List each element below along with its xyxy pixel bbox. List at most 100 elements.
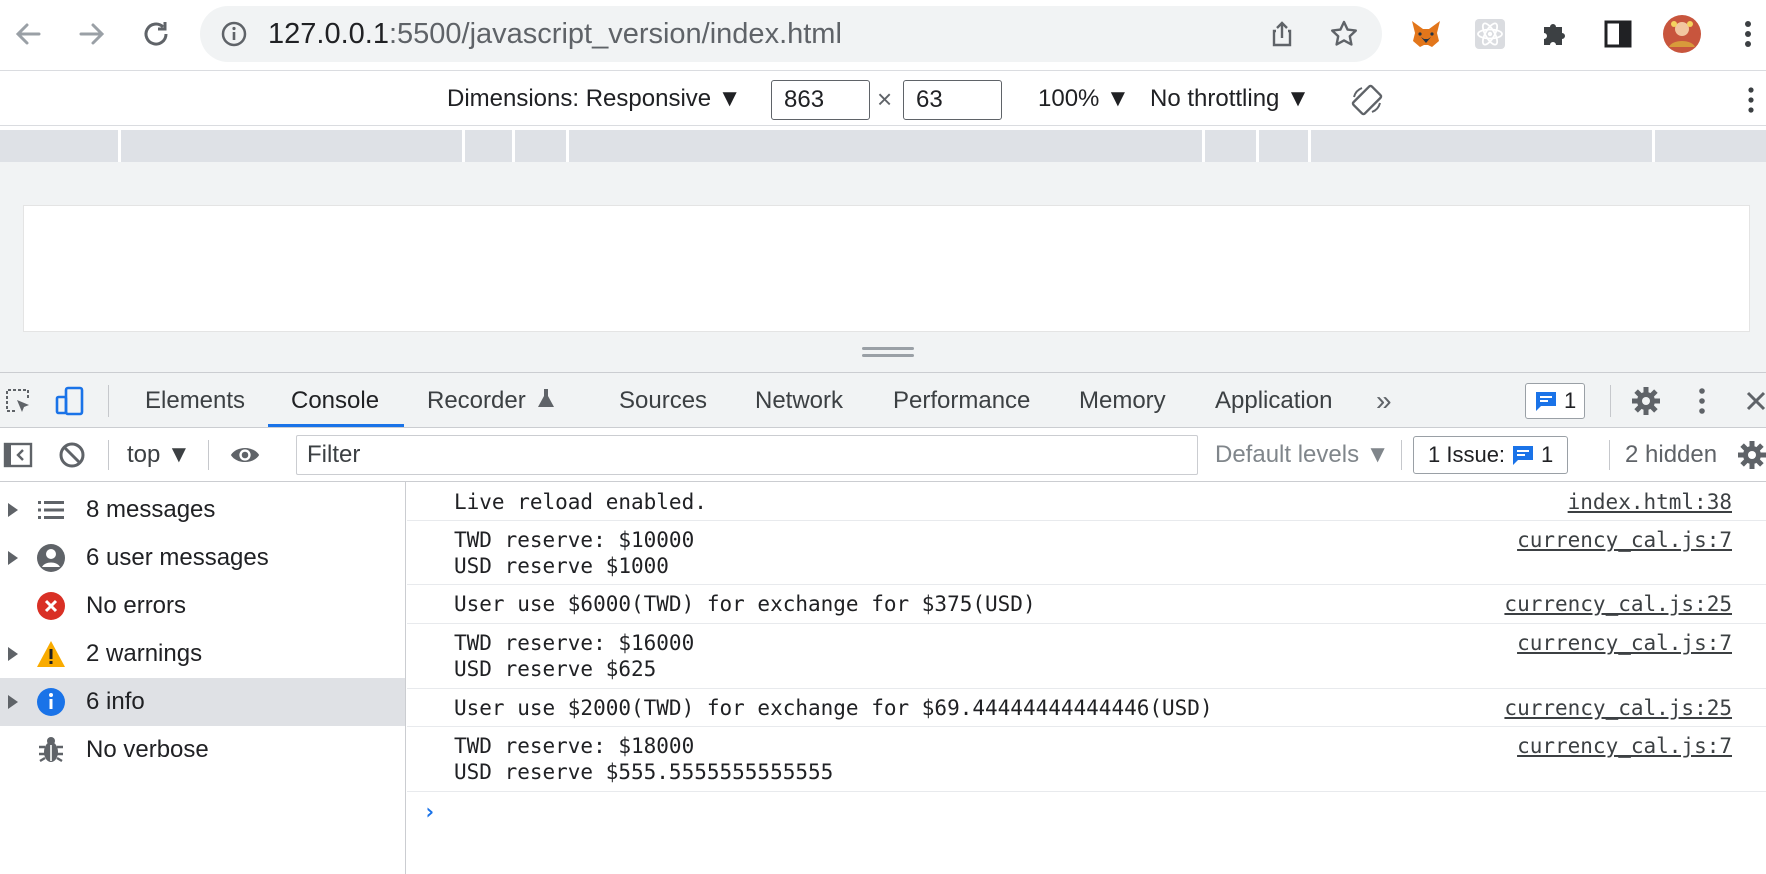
- tab-memory[interactable]: Memory: [1079, 373, 1166, 428]
- device-toggle-button[interactable]: [54, 385, 86, 417]
- issues-count: 1: [1541, 442, 1554, 467]
- devtools-resize-handle[interactable]: [862, 347, 914, 359]
- media-query-divider: [1202, 130, 1205, 162]
- expand-arrow-icon[interactable]: [8, 647, 18, 661]
- more-tabs-button[interactable]: »: [1376, 373, 1392, 428]
- inspect-icon: [6, 389, 29, 412]
- source-link[interactable]: currency_cal.js:7: [1517, 527, 1732, 553]
- info-icon: [36, 687, 66, 717]
- close-devtools-button[interactable]: [1740, 385, 1766, 417]
- sidebar-item-info[interactable]: 6 info: [0, 678, 405, 726]
- tab-network[interactable]: Network: [755, 373, 843, 428]
- message-icon: [1536, 392, 1556, 411]
- tab-elements[interactable]: Elements: [145, 373, 245, 428]
- sidebar-item-user-messages[interactable]: 6 user messages: [0, 534, 405, 582]
- source-link[interactable]: currency_cal.js:25: [1504, 591, 1732, 617]
- browser-toolbar: 127.0.0.1:5500/javascript_version/index.…: [0, 0, 1766, 70]
- dimension-separator: ×: [877, 84, 893, 114]
- messages-badge-count: 1: [1564, 388, 1577, 413]
- info-icon[interactable]: [220, 20, 248, 48]
- back-button[interactable]: [8, 14, 48, 54]
- profile-avatar-button[interactable]: [1662, 14, 1702, 54]
- expand-arrow-icon[interactable]: [8, 695, 18, 709]
- console-sidebar: 8 messages 6 user messages No errors 2 w…: [0, 482, 406, 874]
- tab-application[interactable]: Application: [1215, 373, 1332, 428]
- forward-button[interactable]: [72, 14, 112, 54]
- issues-label: 1 Issue:: [1428, 442, 1506, 467]
- source-link[interactable]: currency_cal.js:25: [1504, 695, 1732, 721]
- console-settings-button[interactable]: [1736, 439, 1766, 471]
- messages-badge-button[interactable]: 1: [1525, 383, 1586, 419]
- hidden-messages-count: 2 hidden: [1625, 441, 1718, 468]
- share-button[interactable]: [1266, 18, 1298, 50]
- settings-button[interactable]: [1630, 385, 1662, 417]
- eye-icon: [230, 447, 260, 463]
- console-prompt[interactable]: ›: [423, 800, 436, 825]
- bug-icon: [36, 735, 66, 765]
- devtools-menu-button[interactable]: [1686, 385, 1718, 417]
- list-icon: [36, 495, 66, 525]
- address-bar[interactable]: 127.0.0.1:5500/javascript_version/index.…: [200, 6, 1382, 62]
- puzzle-icon: [1544, 24, 1565, 45]
- zoom-dropdown[interactable]: 100% ▼: [1038, 71, 1130, 127]
- sidebar-item-label: 2 warnings: [86, 640, 203, 667]
- console-message: TWD reserve: $10000 USD reserve $1000 cu…: [407, 521, 1766, 585]
- console-message: User use $2000(TWD) for exchange for $69…: [407, 689, 1766, 727]
- media-query-bar[interactable]: [0, 130, 1766, 162]
- block-icon: [59, 442, 85, 468]
- viewport-width-input[interactable]: 863: [771, 80, 870, 120]
- reload-button[interactable]: [136, 14, 176, 54]
- tab-recorder[interactable]: Recorder: [427, 373, 556, 428]
- toggle-sidebar-button[interactable]: [2, 439, 34, 471]
- reload-icon: [144, 22, 168, 46]
- source-link[interactable]: currency_cal.js:7: [1517, 733, 1732, 759]
- expand-arrow-icon[interactable]: [8, 551, 18, 565]
- clear-console-button[interactable]: [56, 439, 88, 471]
- viewport-height-input[interactable]: 63: [903, 80, 1002, 120]
- extensions-button[interactable]: [1534, 14, 1574, 54]
- sidebar-item-label: 6 user messages: [86, 544, 269, 571]
- media-query-divider: [462, 130, 465, 162]
- rotate-button[interactable]: [1350, 83, 1384, 117]
- source-link[interactable]: index.html:38: [1568, 489, 1732, 515]
- emulated-page[interactable]: [23, 205, 1750, 332]
- error-icon: [36, 591, 66, 621]
- flask-icon: [538, 389, 555, 407]
- sidebar-item-verbose[interactable]: No verbose: [0, 726, 405, 774]
- bookmark-button[interactable]: [1328, 18, 1360, 50]
- side-panel-button[interactable]: [1598, 14, 1638, 54]
- metamask-extension-button[interactable]: [1406, 14, 1446, 54]
- tab-console[interactable]: Console: [291, 373, 379, 428]
- tab-separator: [108, 385, 109, 417]
- react-devtools-extension-button[interactable]: [1470, 14, 1510, 54]
- device-toolbar-menu-button[interactable]: [1746, 85, 1756, 115]
- issues-button[interactable]: 1 Issue: 1: [1413, 436, 1569, 474]
- context-dropdown[interactable]: top ▼: [127, 428, 191, 482]
- tab-recorder-label: Recorder: [427, 387, 526, 414]
- url-text: 127.0.0.1:5500/javascript_version/index.…: [268, 6, 842, 62]
- sidebar-item-errors[interactable]: No errors: [0, 582, 405, 630]
- browser-menu-button[interactable]: [1728, 14, 1766, 54]
- react-icon: [1475, 19, 1505, 49]
- dimensions-dropdown[interactable]: Dimensions: Responsive ▼: [447, 71, 742, 127]
- rotate-icon: [1351, 84, 1383, 116]
- tab-sources[interactable]: Sources: [619, 373, 707, 428]
- toolbar-separator: [108, 440, 109, 470]
- console-messages: Live reload enabled. index.html:38 TWD r…: [407, 482, 1766, 874]
- share-icon: [1272, 21, 1292, 47]
- source-link[interactable]: currency_cal.js:7: [1517, 630, 1732, 656]
- filter-field[interactable]: [296, 435, 1198, 475]
- throttling-dropdown[interactable]: No throttling ▼: [1150, 71, 1310, 127]
- log-levels-dropdown[interactable]: Default levels ▼: [1215, 428, 1390, 482]
- live-expression-button[interactable]: [229, 439, 261, 471]
- console-message: Live reload enabled. index.html:38: [407, 482, 1766, 521]
- url-host: 127.0.0.1: [268, 18, 389, 50]
- tab-performance[interactable]: Performance: [893, 373, 1030, 428]
- toolbar-separator: [1609, 440, 1610, 470]
- sidebar-item-warnings[interactable]: 2 warnings: [0, 630, 405, 678]
- filter-input[interactable]: [297, 436, 1197, 474]
- media-query-divider: [1256, 130, 1259, 162]
- expand-arrow-icon[interactable]: [8, 503, 18, 517]
- inspect-element-button[interactable]: [2, 385, 34, 417]
- sidebar-item-messages[interactable]: 8 messages: [0, 486, 405, 534]
